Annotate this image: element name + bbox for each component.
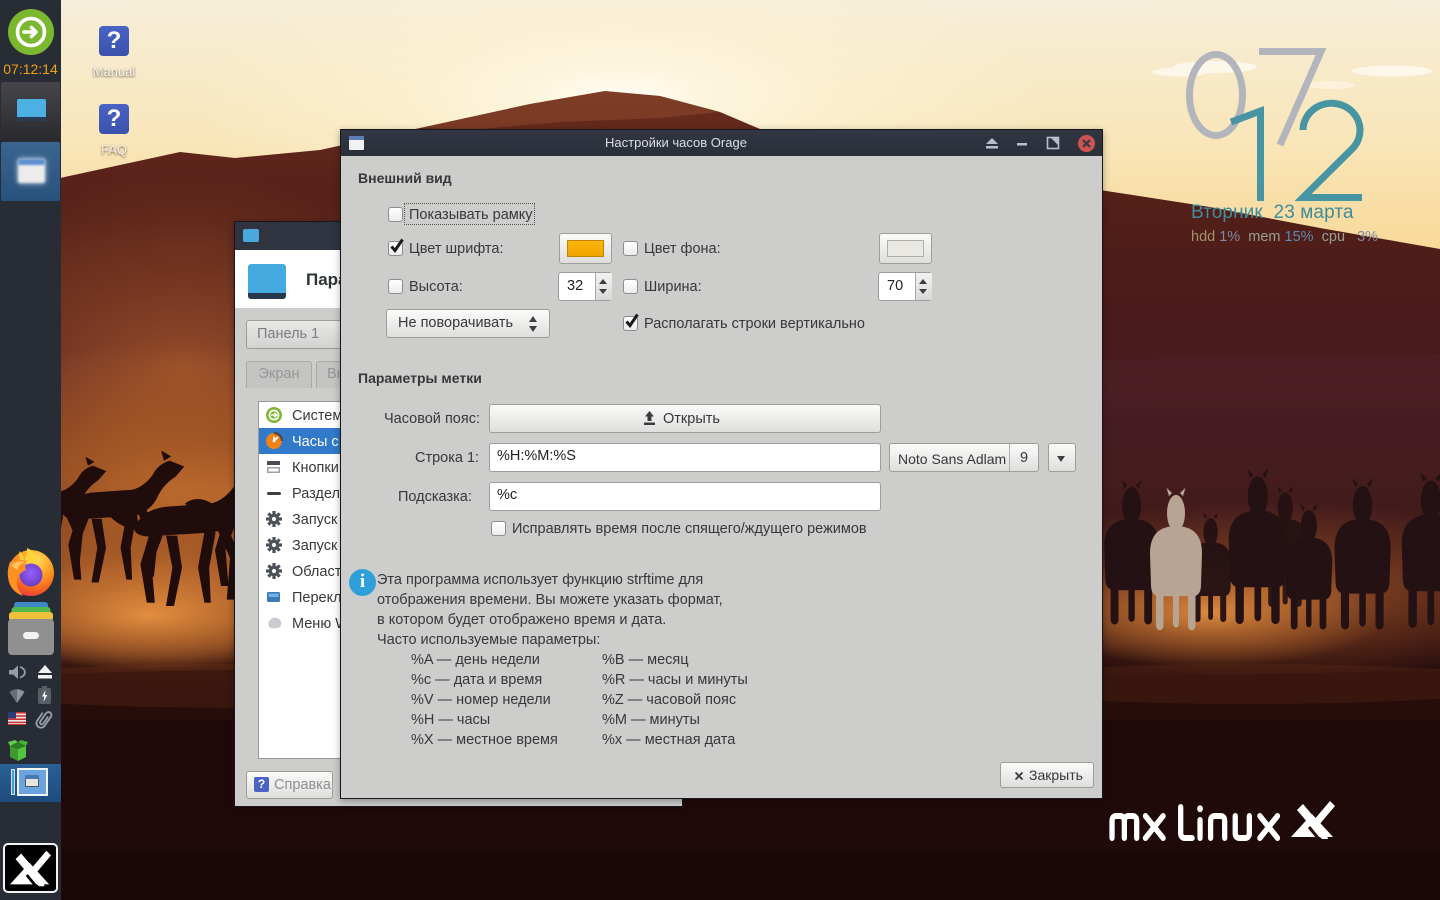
svg-text:Вторник 23 марта: Вторник 23 марта (1191, 202, 1354, 223)
svg-text:hdd 1% mem 15% cpu 3%: hdd 1% mem 15% cpu 3% (1191, 229, 1378, 245)
